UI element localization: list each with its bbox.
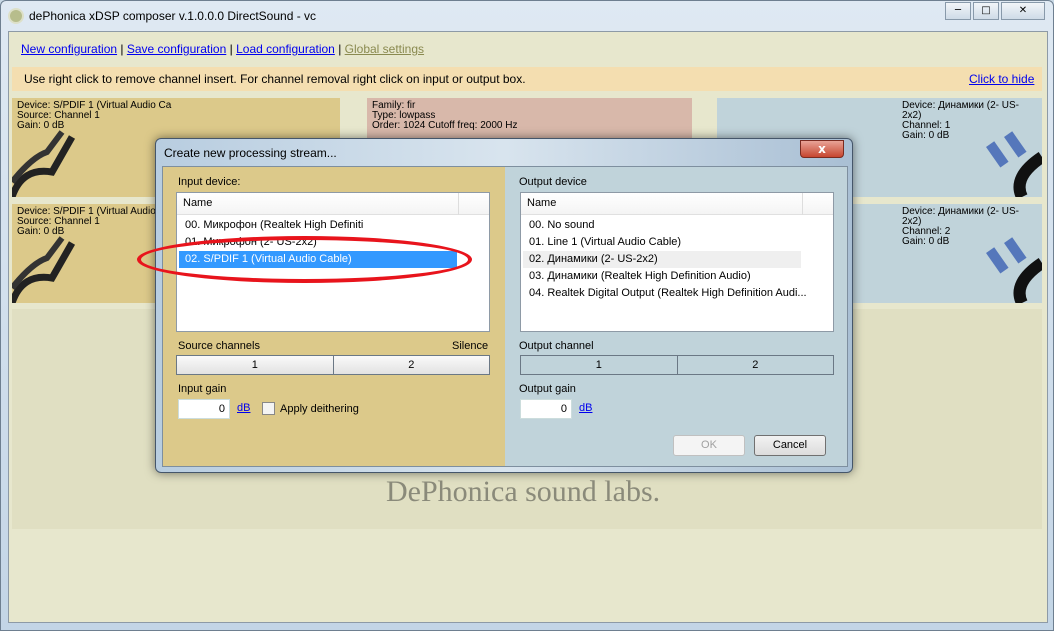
output-channel-label: Output channel xyxy=(519,340,594,352)
list-item[interactable]: 00. Микрофон (Realtek High Definiti xyxy=(179,217,457,234)
list-item[interactable]: 04. Realtek Digital Output (Realtek High… xyxy=(523,285,823,302)
window-title: dePhonica xDSP composer v.1.0.0.0 Direct… xyxy=(29,9,317,23)
output-device-label: Output device xyxy=(519,176,587,188)
minimize-button[interactable]: ─ xyxy=(945,2,971,20)
source-channel-1-button[interactable]: 1 xyxy=(177,356,334,374)
apply-deithering-checkbox[interactable] xyxy=(262,402,275,415)
output-device: Device: Динамики (2- US-2x2) xyxy=(902,206,1019,227)
dialog-close-button[interactable]: x xyxy=(800,140,844,158)
output-device: Device: Динамики (2- US-2x2) xyxy=(902,100,1019,121)
info-bar: Use right click to remove channel insert… xyxy=(12,67,1042,91)
dialog-body: Input device: Name 00. Микрофон (Realtek… xyxy=(162,166,848,467)
list-item[interactable]: 01. Line 1 (Virtual Audio Cable) xyxy=(523,234,801,251)
list-item[interactable]: 03. Динамики (Realtek High Definition Au… xyxy=(523,268,801,285)
separator: | xyxy=(229,42,233,56)
input-gain-label: Input gain xyxy=(178,383,227,395)
output-panel: Output device Name 00. No sound 01. Line… xyxy=(505,167,847,466)
xlr-cable-icon xyxy=(12,236,76,303)
output-channel-1-button[interactable]: 1 xyxy=(521,356,678,374)
output-gain-label: Output gain xyxy=(519,383,576,395)
input-panel: Input device: Name 00. Микрофон (Realtek… xyxy=(163,167,505,466)
column-header-name[interactable]: Name xyxy=(177,193,489,215)
speakon-cable-icon xyxy=(986,237,1042,303)
column-header-label: Name xyxy=(183,197,213,209)
apply-deithering-label: Apply deithering xyxy=(280,403,359,415)
output-gain-field[interactable]: 0 xyxy=(520,399,572,419)
hide-info-link[interactable]: Click to hide xyxy=(969,72,1034,86)
create-stream-dialog: Create new processing stream... x Input … xyxy=(155,138,853,473)
source-channels-bar: 1 2 xyxy=(176,355,490,375)
info-text: Use right click to remove channel insert… xyxy=(24,72,526,86)
output-device-list[interactable]: Name 00. No sound 01. Line 1 (Virtual Au… xyxy=(520,192,834,332)
global-settings-link[interactable]: Global settings xyxy=(345,42,424,56)
input-db-link[interactable]: dB xyxy=(237,402,250,414)
dialog-title: Create new processing stream... xyxy=(164,146,337,160)
new-configuration-link[interactable]: New configuration xyxy=(21,42,117,56)
watermark: DePhonica sound labs. xyxy=(386,475,661,508)
source-channels-label: Source channels xyxy=(178,340,260,352)
app-logo-icon xyxy=(8,8,24,24)
input-gain-field[interactable]: 0 xyxy=(178,399,230,419)
separator: | xyxy=(338,42,342,56)
maximize-button[interactable]: □ xyxy=(973,2,999,20)
output-channels-bar: 1 2 xyxy=(520,355,834,375)
input-device-label: Input device: xyxy=(178,176,241,188)
save-configuration-link[interactable]: Save configuration xyxy=(127,42,226,56)
source-channel-2-button[interactable]: 2 xyxy=(333,356,489,374)
silence-label: Silence xyxy=(452,340,489,352)
load-configuration-link[interactable]: Load configuration xyxy=(236,42,335,56)
ok-button[interactable]: OK xyxy=(673,435,745,456)
speakon-cable-icon xyxy=(986,131,1042,197)
column-header-label: Name xyxy=(527,197,557,209)
menu-links: New configuration | Save configuration |… xyxy=(21,42,424,56)
red-highlight-annotation xyxy=(137,236,472,283)
filter-order: Order: 1024 Cutoff freq: 2000 Hz xyxy=(372,120,518,131)
list-item[interactable]: 00. No sound xyxy=(523,217,801,234)
column-header-name[interactable]: Name xyxy=(521,193,833,215)
output-channel-2-button[interactable]: 2 xyxy=(677,356,833,374)
xlr-cable-icon xyxy=(12,130,76,197)
output-db-link[interactable]: dB xyxy=(579,402,592,414)
list-item-hovered[interactable]: 02. Динамики (2- US-2x2) xyxy=(523,251,801,268)
separator: | xyxy=(120,42,124,56)
close-window-button[interactable]: ✕ xyxy=(1001,2,1045,20)
input-source: Source: Channel 1 xyxy=(17,110,100,121)
cancel-button[interactable]: Cancel xyxy=(754,435,826,456)
